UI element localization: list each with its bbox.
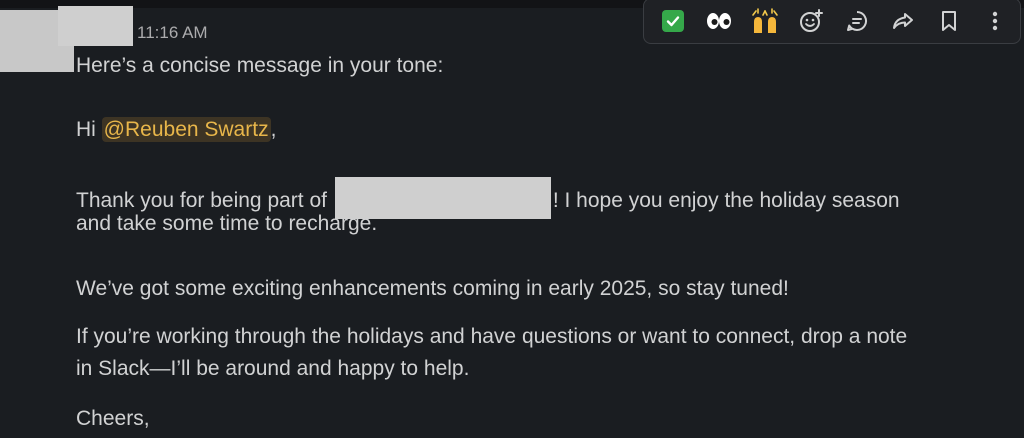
sender-name-redacted[interactable] <box>58 6 133 46</box>
bookmark-icon <box>942 11 956 31</box>
thanks-suffix: ! I hope you enjoy the holiday season <box>552 189 900 212</box>
raised-hands-icon <box>752 8 778 33</box>
share-message-button[interactable] <box>888 6 918 36</box>
more-actions-button[interactable] <box>980 6 1010 36</box>
message-greeting: Hi @Reuben Swartz, <box>76 114 276 145</box>
share-icon <box>893 13 913 29</box>
message-holidays-line2: in Slack—I’ll be around and happy to hel… <box>76 357 470 380</box>
add-reaction-button[interactable] <box>796 6 826 36</box>
thread-reply-icon <box>847 11 867 32</box>
message-closing: Cheers, <box>76 407 150 430</box>
greeting-prefix: Hi <box>76 118 102 141</box>
raised-hands-reaction-button[interactable] <box>750 6 780 36</box>
greeting-suffix: , <box>270 118 277 141</box>
reply-in-thread-button[interactable] <box>842 6 872 36</box>
add-reaction-icon <box>800 9 823 32</box>
check-mark-reaction-button[interactable] <box>658 6 688 36</box>
message-thanks-line2: and take some time to recharge. <box>76 212 378 235</box>
message-intro: Here’s a concise message in your tone: <box>76 54 444 77</box>
message-enhancements: We’ve got some exciting enhancements com… <box>76 277 789 300</box>
message-actions-toolbar <box>643 0 1021 44</box>
eyes-reaction-button[interactable] <box>704 6 734 36</box>
save-for-later-button[interactable] <box>934 6 964 36</box>
message-holidays-line1: If you’re working through the holidays a… <box>76 325 908 348</box>
eyes-icon <box>707 13 731 29</box>
more-vertical-icon <box>992 11 998 31</box>
user-mention[interactable]: @Reuben Swartz <box>101 117 271 142</box>
check-mark-icon <box>662 10 684 32</box>
message-timestamp[interactable]: 11:16 AM <box>137 23 208 43</box>
